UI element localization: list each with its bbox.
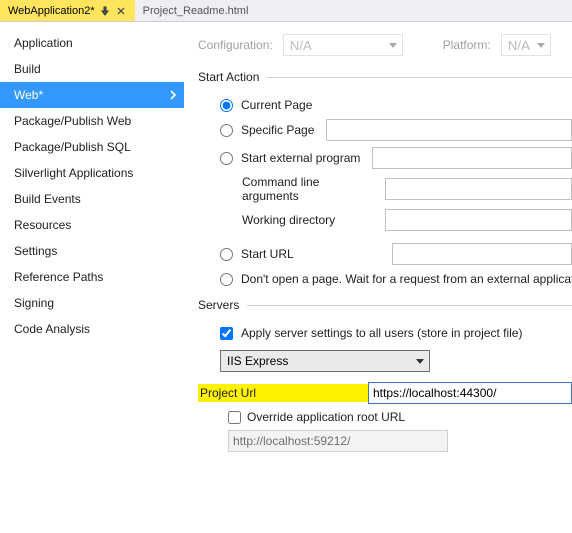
radio-start-external[interactable] (220, 152, 233, 165)
sidebar-item-label: Web* (14, 86, 43, 104)
tab-label: WebApplication2* (8, 5, 95, 17)
tab-label: Project_Readme.html (143, 5, 249, 17)
sidebar-item-resources[interactable]: Resources (0, 212, 184, 238)
input-specific-page[interactable] (326, 119, 572, 141)
section-divider (267, 77, 572, 78)
checkbox-apply-all[interactable] (220, 327, 233, 340)
sidebar-item-silverlight[interactable]: Silverlight Applications (0, 160, 184, 186)
radio-dont-open[interactable] (220, 273, 233, 286)
section-servers: Servers (198, 298, 572, 312)
label-specific-page: Specific Page (241, 123, 314, 137)
label-start-url: Start URL (241, 247, 294, 261)
label-start-external: Start external program (241, 151, 360, 165)
web-properties-panel: Configuration: N/A Platform: N/A Start A… (184, 22, 572, 533)
sidebar-item-signing[interactable]: Signing (0, 290, 184, 316)
sidebar-item-settings[interactable]: Settings (0, 238, 184, 264)
sidebar-item-build[interactable]: Build (0, 56, 184, 82)
input-root-url[interactable] (228, 430, 448, 452)
sidebar-item-build-events[interactable]: Build Events (0, 186, 184, 212)
sidebar-item-application[interactable]: Application (0, 30, 184, 56)
radio-specific-page[interactable] (220, 124, 233, 137)
label-apply-all: Apply server settings to all users (stor… (241, 326, 522, 340)
sidebar-item-code-analysis[interactable]: Code Analysis (0, 316, 184, 342)
platform-label: Platform: (443, 38, 491, 52)
input-start-external[interactable] (372, 147, 572, 169)
label-project-url: Project Url (198, 384, 368, 402)
server-select[interactable]: IIS Express (220, 350, 430, 372)
label-working-dir: Working directory (242, 213, 377, 227)
sidebar-item-web[interactable]: Web* (0, 82, 184, 108)
label-current-page: Current Page (241, 98, 312, 112)
radio-start-url[interactable] (220, 248, 233, 261)
label-cmd-args: Command line arguments (242, 175, 377, 203)
label-override-root: Override application root URL (247, 410, 405, 424)
input-cmd-args[interactable] (385, 178, 572, 200)
property-pages-sidebar: Application Build Web* Package/Publish W… (0, 22, 184, 533)
configuration-select[interactable]: N/A (283, 34, 403, 56)
pin-icon[interactable] (99, 6, 111, 16)
section-start-action: Start Action (198, 70, 572, 84)
radio-current-page[interactable] (220, 99, 233, 112)
close-icon[interactable] (115, 6, 127, 16)
section-title: Start Action (198, 70, 259, 84)
sidebar-item-reference-paths[interactable]: Reference Paths (0, 264, 184, 290)
input-start-url[interactable] (392, 243, 572, 265)
tab-project-readme[interactable]: Project_Readme.html (135, 0, 257, 21)
input-project-url[interactable] (368, 382, 572, 404)
sidebar-item-package-publish-sql[interactable]: Package/Publish SQL (0, 134, 184, 160)
document-tabs: WebApplication2* Project_Readme.html (0, 0, 572, 22)
sidebar-item-package-publish-web[interactable]: Package/Publish Web (0, 108, 184, 134)
checkbox-override-root[interactable] (228, 411, 241, 424)
chevron-right-icon (166, 86, 180, 104)
configuration-row: Configuration: N/A Platform: N/A (198, 34, 572, 56)
platform-select[interactable]: N/A (501, 34, 551, 56)
tab-webapplication2[interactable]: WebApplication2* (0, 0, 135, 21)
label-dont-open: Don't open a page. Wait for a request fr… (241, 272, 572, 286)
input-working-dir[interactable] (385, 209, 572, 231)
section-title: Servers (198, 298, 239, 312)
configuration-label: Configuration: (198, 38, 273, 52)
section-divider (247, 305, 572, 306)
